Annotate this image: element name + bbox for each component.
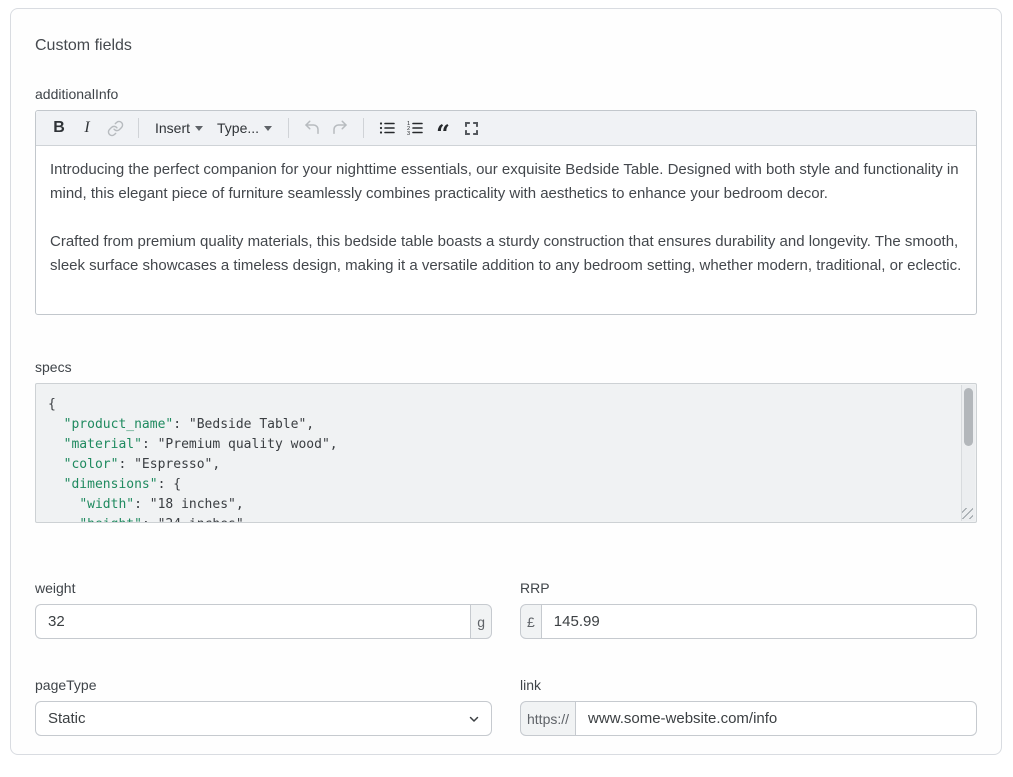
pagetype-field-group: pageType Static (35, 677, 492, 736)
dashed-square-icon (465, 122, 478, 135)
bold-button[interactable]: B (46, 114, 72, 142)
undo-button[interactable] (299, 114, 325, 142)
type-dropdown[interactable]: Type... (211, 114, 278, 142)
rrp-input[interactable] (542, 604, 977, 639)
editor-paragraph: Introducing the perfect companion for yo… (50, 158, 962, 206)
ordered-list-button[interactable]: 123 (402, 114, 428, 142)
pagetype-select[interactable]: Static (35, 701, 492, 736)
link-field-group: link https:// (520, 677, 977, 736)
editor-toolbar: B I Insert Type... (36, 111, 976, 146)
specs-textarea[interactable]: { "product_name": "Bedside Table", "mate… (35, 383, 977, 523)
link-label: link (520, 677, 977, 693)
toolbar-divider (363, 118, 364, 138)
chevron-down-icon (264, 126, 272, 131)
link-button[interactable] (102, 114, 128, 142)
rrp-label: RRP (520, 580, 977, 596)
weight-label: weight (35, 580, 492, 596)
weight-unit-addon: g (470, 604, 492, 639)
link-input[interactable] (576, 701, 977, 736)
blockquote-button[interactable]: “ (430, 114, 456, 142)
svg-text:3: 3 (407, 131, 410, 137)
insert-dropdown-label: Insert (155, 120, 190, 136)
specs-code: { "product_name": "Bedside Table", "mate… (36, 384, 976, 523)
resize-handle[interactable] (962, 508, 973, 519)
specs-scrollbar[interactable] (961, 385, 975, 521)
editor-content[interactable]: Introducing the perfect companion for yo… (36, 146, 976, 314)
pagetype-label: pageType (35, 677, 492, 693)
card-title: Custom fields (35, 37, 977, 55)
weight-field-group: weight g (35, 580, 492, 639)
chevron-down-icon (195, 126, 203, 131)
additionalinfo-label: additionalInfo (35, 86, 977, 102)
rich-text-editor: B I Insert Type... (35, 110, 977, 315)
undo-icon (303, 119, 321, 137)
editor-paragraph: Crafted from premium quality materials, … (50, 230, 962, 278)
specs-scrollbar-thumb[interactable] (964, 388, 973, 446)
italic-button[interactable]: I (74, 114, 100, 142)
rrp-currency-addon: £ (520, 604, 542, 639)
specs-label: specs (35, 359, 977, 375)
ordered-list-icon: 123 (406, 119, 424, 137)
redo-button[interactable] (327, 114, 353, 142)
toolbar-divider (288, 118, 289, 138)
insert-dropdown[interactable]: Insert (149, 114, 209, 142)
toolbar-divider (138, 118, 139, 138)
bullet-list-icon (378, 119, 396, 137)
blockquote-icon: “ (436, 117, 450, 139)
link-protocol-addon: https:// (520, 701, 576, 736)
weight-input[interactable] (35, 604, 470, 639)
rrp-field-group: RRP £ (520, 580, 977, 639)
code-block-button[interactable] (458, 114, 484, 142)
custom-fields-card: Custom fields additionalInfo B I Insert … (10, 8, 1002, 755)
redo-icon (331, 119, 349, 137)
link-icon (107, 120, 124, 137)
type-dropdown-label: Type... (217, 120, 259, 136)
bullet-list-button[interactable] (374, 114, 400, 142)
